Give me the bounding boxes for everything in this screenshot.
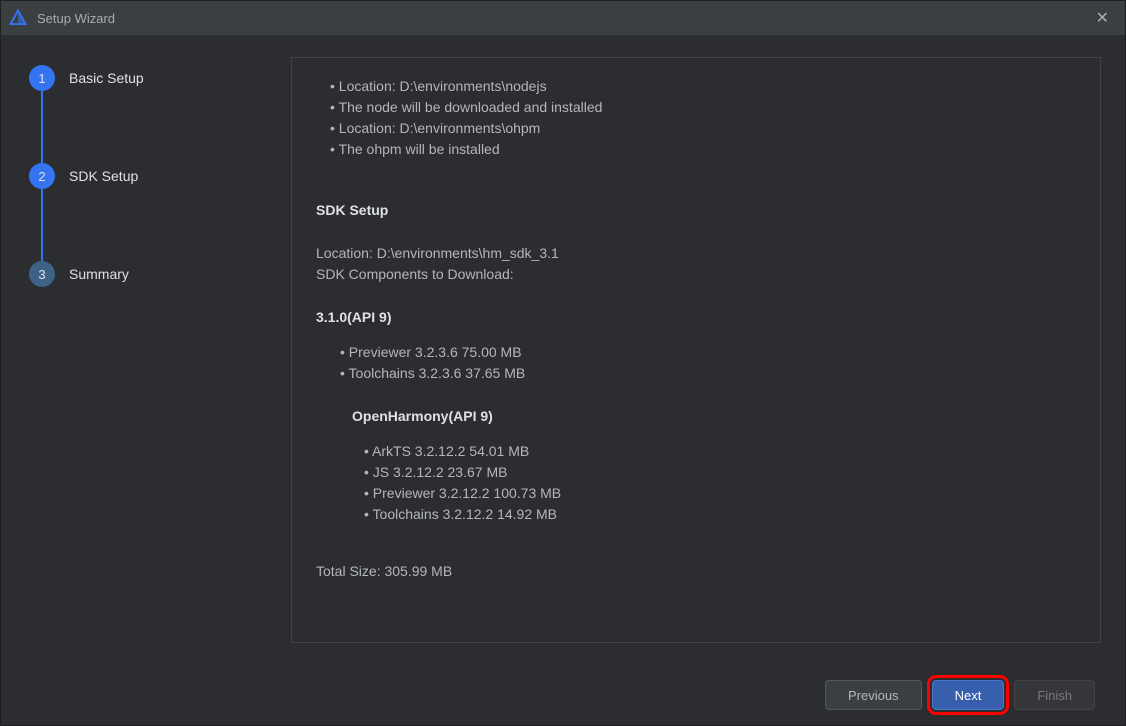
component-item: Toolchains 3.2.3.6 37.65 MB [340, 363, 1076, 384]
window-title: Setup Wizard [37, 11, 115, 26]
api-components-list: Previewer 3.2.3.6 75.00 MB Toolchains 3.… [316, 342, 1076, 384]
top-notes-list: Location: D:\environments\nodejs The nod… [316, 76, 1076, 160]
note-item: Location: D:\environments\ohpm [330, 118, 1076, 139]
component-item: JS 3.2.12.2 23.67 MB [364, 462, 1076, 483]
step-summary[interactable]: 3 Summary [29, 261, 291, 287]
sdk-location: Location: D:\environments\hm_sdk_3.1 [316, 243, 1076, 264]
sdk-setup-heading: SDK Setup [316, 200, 1076, 221]
summary-content: Location: D:\environments\nodejs The nod… [291, 57, 1101, 643]
step-number-1: 1 [29, 65, 55, 91]
finish-button: Finish [1014, 680, 1095, 710]
component-item: ArkTS 3.2.12.2 54.01 MB [364, 441, 1076, 462]
step-basic-setup[interactable]: 1 Basic Setup [29, 65, 291, 91]
titlebar: Setup Wizard ✕ [1, 1, 1125, 35]
api-version-heading: 3.1.0(API 9) [316, 307, 1076, 328]
step-connector [41, 189, 43, 261]
app-logo-icon [9, 9, 27, 27]
wizard-footer: Previous Next Finish [1, 665, 1125, 725]
next-button[interactable]: Next [932, 680, 1005, 710]
note-item: The node will be downloaded and installe… [330, 97, 1076, 118]
component-item: Toolchains 3.2.12.2 14.92 MB [364, 504, 1076, 525]
step-label-basic-setup: Basic Setup [69, 70, 144, 86]
component-item: Previewer 3.2.12.2 100.73 MB [364, 483, 1076, 504]
total-size: Total Size: 305.99 MB [316, 561, 1076, 582]
step-number-3: 3 [29, 261, 55, 287]
sdk-components-label: SDK Components to Download: [316, 264, 1076, 285]
component-item: Previewer 3.2.3.6 75.00 MB [340, 342, 1076, 363]
step-number-2: 2 [29, 163, 55, 189]
step-label-sdk-setup: SDK Setup [69, 168, 138, 184]
previous-button[interactable]: Previous [825, 680, 922, 710]
note-item: The ohpm will be installed [330, 139, 1076, 160]
note-item: Location: D:\environments\nodejs [330, 76, 1076, 97]
step-connector [41, 91, 43, 163]
openharmony-components-list: ArkTS 3.2.12.2 54.01 MB JS 3.2.12.2 23.6… [316, 441, 1076, 525]
openharmony-heading: OpenHarmony(API 9) [316, 406, 1076, 427]
step-label-summary: Summary [69, 266, 129, 282]
wizard-steps-sidebar: 1 Basic Setup 2 SDK Setup 3 Summary [1, 35, 291, 665]
close-icon[interactable]: ✕ [1088, 4, 1117, 32]
step-sdk-setup[interactable]: 2 SDK Setup [29, 163, 291, 189]
